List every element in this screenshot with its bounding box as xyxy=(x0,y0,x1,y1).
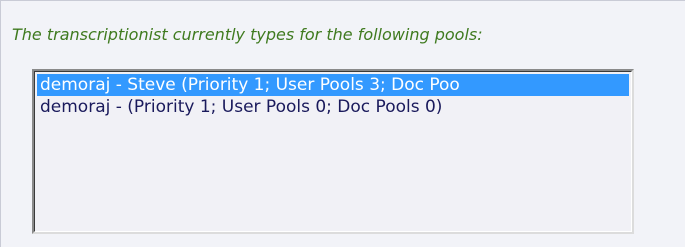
pool-option[interactable]: demoraj - Steve (Priority 1; User Pools … xyxy=(37,74,629,96)
pools-caption: The transcriptionist currently types for… xyxy=(12,25,483,44)
pool-option[interactable]: demoraj - (Priority 1; User Pools 0; Doc… xyxy=(37,96,629,118)
pools-listbox-frame: demoraj - Steve (Priority 1; User Pools … xyxy=(34,71,632,232)
pools-listbox[interactable]: demoraj - Steve (Priority 1; User Pools … xyxy=(32,69,634,234)
pools-panel: The transcriptionist currently types for… xyxy=(0,0,685,247)
